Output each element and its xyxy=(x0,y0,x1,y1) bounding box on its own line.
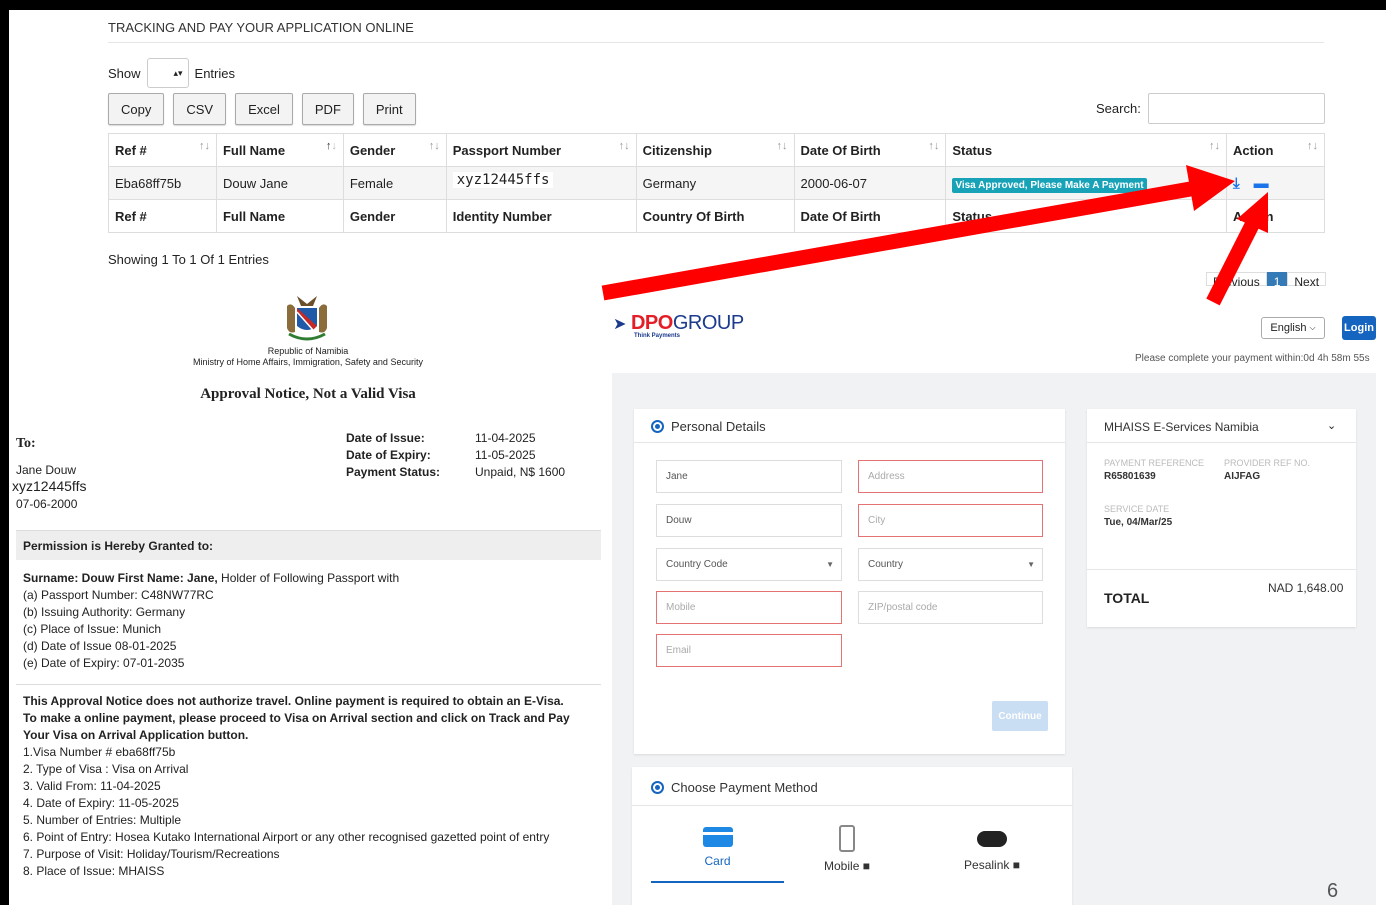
arrow-to-download-icon xyxy=(601,180,1198,301)
arrow-to-payment-icon xyxy=(1206,221,1259,306)
arrowhead xyxy=(1186,165,1235,211)
annotation-arrows xyxy=(601,165,1268,306)
